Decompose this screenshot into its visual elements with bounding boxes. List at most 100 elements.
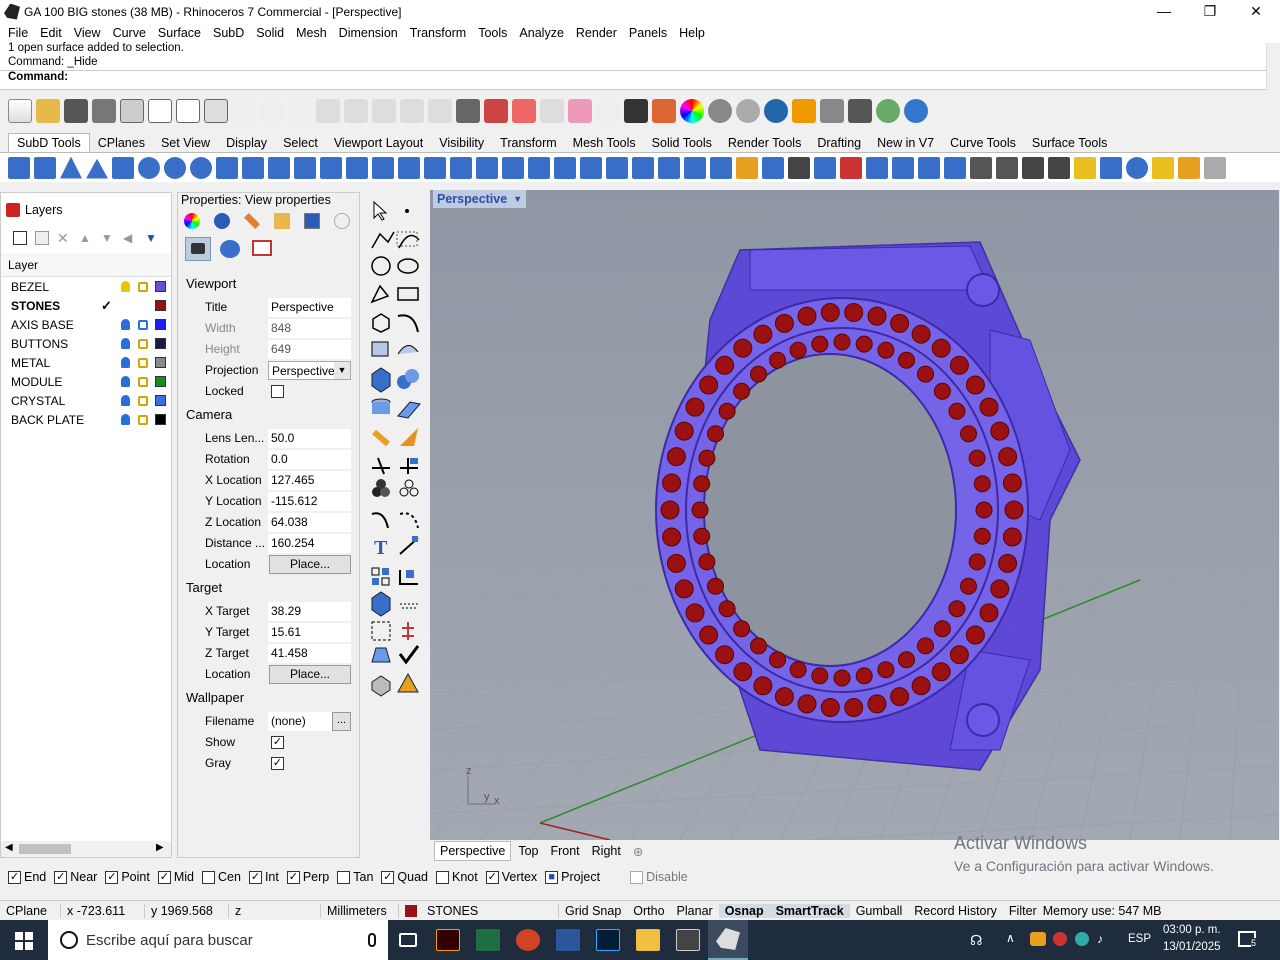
layer-row-metal[interactable]: METAL (1, 354, 171, 373)
rhino-taskbar-icon[interactable] (708, 920, 748, 960)
cplane-indicator[interactable]: CPlane (0, 904, 60, 918)
osnap-checkbox[interactable]: ■ (545, 870, 559, 884)
layer-row-module[interactable]: MODULE (1, 373, 171, 392)
menu-view[interactable]: View (68, 26, 107, 40)
osnap-cen[interactable]: Cen (202, 870, 241, 884)
stone[interactable] (960, 425, 977, 443)
texture-icon[interactable] (304, 213, 320, 229)
stone[interactable] (662, 527, 682, 547)
stone[interactable] (833, 333, 851, 351)
rotation-field[interactable]: 0.0 (268, 450, 351, 469)
loft-icon[interactable] (397, 345, 419, 355)
car-icon[interactable] (484, 99, 508, 123)
stone[interactable] (998, 447, 1018, 467)
copy-icon[interactable] (176, 99, 200, 123)
unlock-icon[interactable] (138, 415, 148, 425)
subd-torus-icon[interactable] (190, 156, 212, 179)
box-icon[interactable] (371, 367, 391, 393)
osnap-tan[interactable]: Tan (337, 870, 373, 884)
calculator-icon[interactable] (668, 920, 708, 960)
command-scrollbar[interactable] (1266, 43, 1280, 90)
stone[interactable] (674, 579, 694, 599)
delete-layer-icon[interactable]: ✕ (57, 231, 71, 245)
menu-tools[interactable]: Tools (472, 26, 513, 40)
tab-display[interactable]: Display (218, 134, 275, 152)
z-location-field[interactable]: 64.038 (268, 513, 351, 532)
osnap-checkbox[interactable] (630, 870, 644, 884)
subd-tube-icon[interactable] (242, 156, 264, 179)
dimension-icon[interactable] (399, 536, 419, 555)
subd-repair-icon[interactable] (762, 156, 784, 179)
stone[interactable] (931, 338, 951, 358)
stone[interactable] (949, 645, 969, 665)
stone[interactable] (789, 341, 807, 359)
perspective-viewport[interactable]: z y x Perspective ▼ (430, 190, 1279, 840)
gumball-icon[interactable] (402, 622, 414, 640)
subd-box-icon[interactable] (8, 156, 30, 179)
lightbulb-icon[interactable] (596, 99, 620, 123)
word-icon[interactable] (548, 920, 588, 960)
freeform-icon[interactable] (397, 314, 419, 333)
stone[interactable] (855, 335, 873, 353)
stone[interactable] (965, 375, 985, 395)
tray-app-icon[interactable] (1030, 932, 1046, 946)
menu-analyze[interactable]: Analyze (513, 26, 569, 40)
osnap-checkbox[interactable]: ✓ (157, 870, 171, 884)
polyline-icon[interactable] (371, 231, 395, 249)
osnap-checkbox[interactable] (436, 870, 449, 884)
menu-edit[interactable]: Edit (34, 26, 68, 40)
zoom-window-icon[interactable] (344, 99, 368, 123)
stone[interactable] (774, 687, 794, 707)
help-icon[interactable] (904, 99, 928, 123)
unlock-icon[interactable] (138, 339, 148, 349)
units-indicator[interactable]: Millimeters (320, 903, 398, 918)
filename-field[interactable]: (none) (268, 712, 332, 731)
subd-cone-icon[interactable] (60, 156, 82, 179)
subd-offset-icon[interactable] (528, 156, 550, 179)
subd-insert-edge-icon[interactable] (476, 156, 498, 179)
shaded-car-icon[interactable] (512, 99, 536, 123)
tab-visibility[interactable]: Visibility (431, 134, 492, 152)
decal-icon[interactable] (244, 213, 260, 229)
polygon-icon[interactable] (372, 313, 390, 333)
excel-icon[interactable] (468, 920, 508, 960)
subd-smooth-mode-icon[interactable] (710, 156, 732, 179)
stone[interactable] (968, 449, 986, 467)
tab-transform[interactable]: Transform (492, 134, 565, 152)
group-icon[interactable] (372, 479, 390, 497)
menu-surface[interactable]: Surface (152, 26, 207, 40)
frame-icon[interactable] (252, 240, 272, 256)
layer-color-swatch[interactable] (155, 319, 166, 330)
tab-front[interactable]: Front (545, 842, 584, 860)
tab-perspective[interactable]: Perspective (434, 841, 512, 861)
planar-surface-icon[interactable] (397, 401, 421, 419)
osnap-int[interactable]: ✓ Int (248, 870, 279, 884)
subd-loft-icon[interactable] (268, 156, 290, 179)
move-down-icon[interactable]: ▼ (101, 231, 115, 245)
layer-row-buttons[interactable]: BUTTONS (1, 335, 171, 354)
layer-color-swatch[interactable] (155, 357, 166, 368)
subd-brush-icon[interactable] (1178, 156, 1200, 179)
gear-icon[interactable] (820, 99, 844, 123)
shade-icon[interactable] (371, 675, 391, 697)
snap-icon[interactable] (540, 99, 564, 123)
lightbulb-icon[interactable] (121, 319, 130, 330)
subd-convert-icon[interactable] (736, 156, 758, 179)
stone[interactable] (898, 351, 915, 369)
stone[interactable] (898, 651, 915, 669)
unlock-icon[interactable] (138, 377, 148, 387)
subd-symmetry-icon[interactable] (814, 156, 836, 179)
lightbulb-icon[interactable] (121, 376, 130, 387)
layers-horizontal-scrollbar[interactable]: ◀ ▶ (1, 841, 171, 857)
object-properties-icon[interactable] (184, 213, 200, 229)
unlock-icon[interactable] (138, 396, 148, 406)
unlock-icon[interactable] (138, 282, 148, 292)
stone[interactable] (753, 676, 773, 696)
locked-checkbox[interactable] (271, 385, 284, 398)
osnap-perp[interactable]: ✓ Perp (286, 870, 329, 884)
tab-surface-tools[interactable]: Surface Tools (1024, 134, 1116, 152)
subd-pencil-icon[interactable] (866, 156, 888, 179)
stone[interactable] (979, 397, 999, 417)
planar-toggle[interactable]: Planar (671, 904, 719, 918)
illustrator-icon[interactable] (428, 920, 468, 960)
